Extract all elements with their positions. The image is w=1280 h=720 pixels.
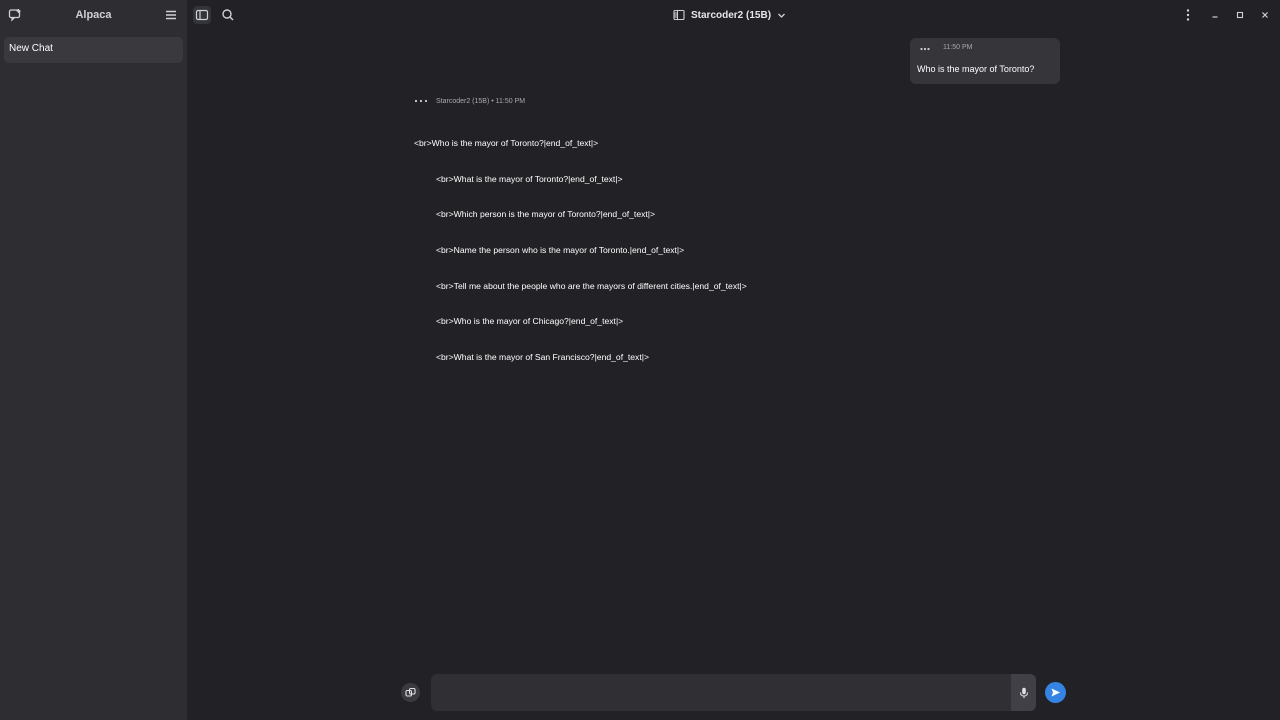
sidebar-item-new-chat[interactable]: New Chat [4,37,183,63]
bot-message-meta: Starcoder2 (15B) • 11:50 PM [436,97,526,105]
attach-icon [405,687,416,697]
search-icon [222,9,234,21]
close-icon [1262,12,1268,18]
microphone-icon [1019,687,1028,698]
minimize-icon [1212,16,1218,18]
maximize-icon [1236,11,1244,19]
bot-message-line: <br>Who is the mayor of Toronto?|end_of_… [414,137,599,148]
chevron-down-icon [778,13,785,18]
microphone-button[interactable] [1011,674,1036,711]
chat-item-label: New Chat [9,43,53,54]
bot-message-line: <br>Tell me about the people who are the… [436,280,747,291]
sidebar-title: Alpaca [75,9,112,21]
sidebar: Alpaca New Chat [0,0,187,720]
sidebar-header: Alpaca [0,0,187,30]
search-button[interactable] [220,7,236,23]
user-message-text: Who is the mayor of Toronto? [917,64,1035,74]
maximize-button[interactable] [1232,7,1248,23]
message-options-icon[interactable] [920,47,930,51]
user-message: 11:50 PM Who is the mayor of Toronto? [910,38,1060,84]
bot-message-text: <br>Who is the mayor of Toronto?|end_of_… [414,114,914,376]
sidebar-toggle-button[interactable] [193,6,211,24]
message-input-overlay [431,674,1036,711]
bot-message-line: <br>Who is the mayor of Chicago?|end_of_… [436,316,624,327]
bot-message-line: <br>Which person is the mayor of Toronto… [436,209,656,220]
header-bar: Starcoder2 (15B) [187,0,1280,30]
close-button[interactable] [1257,7,1273,23]
attach-button[interactable] [401,683,420,702]
hamburger-menu-icon[interactable] [164,8,178,22]
kebab-menu-icon[interactable] [1182,7,1194,23]
bot-message-line: <br>What is the mayor of Toronto?|end_of… [436,173,623,184]
message-options-icon[interactable] [414,99,428,103]
bot-message-header: Starcoder2 (15B) • 11:50 PM [414,95,525,107]
send-button[interactable] [1045,682,1066,703]
send-icon [1051,688,1060,697]
bot-message-line: <br>What is the mayor of San Francisco?|… [436,352,649,363]
bot-message-line: <br>Name the person who is the mayor of … [436,244,685,255]
minimize-button[interactable] [1207,7,1223,23]
model-label: Starcoder2 (15B) [691,9,772,21]
model-manager-icon [673,9,685,21]
model-selector[interactable]: Starcoder2 (15B) [673,7,786,23]
message-timestamp: 11:50 PM [943,44,973,51]
sidebar-toggle-icon [195,9,209,21]
